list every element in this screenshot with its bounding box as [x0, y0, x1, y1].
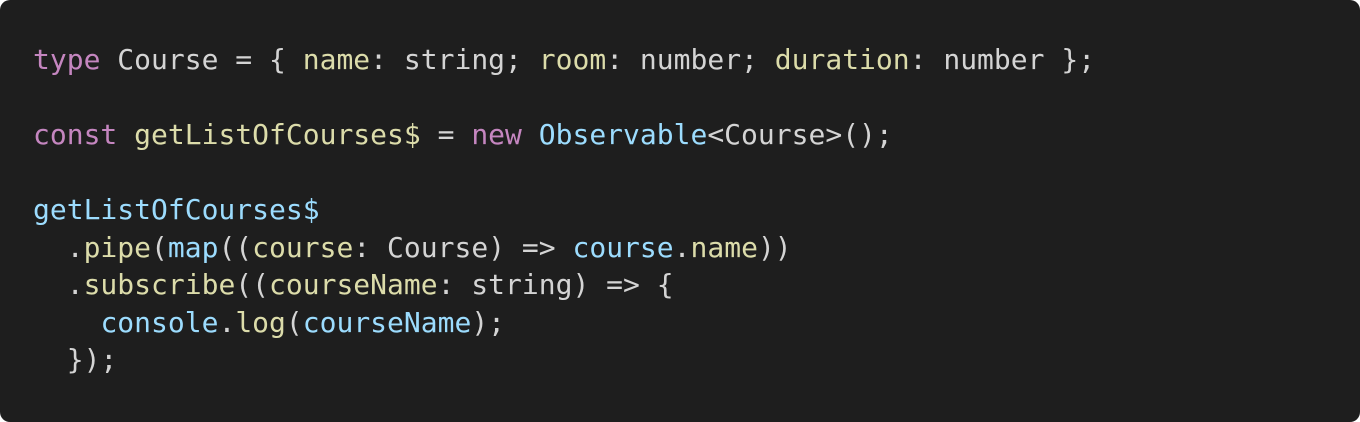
code-token-punct: .: [33, 268, 84, 301]
code-token-punct: .: [33, 230, 84, 264]
code-token-punct: Course = {: [100, 43, 303, 76]
code-token-var: console: [100, 305, 219, 339]
code-token-punct: });: [33, 343, 118, 376]
code-token-punct: [522, 118, 539, 151]
code-token-punct: );: [471, 305, 506, 339]
code-token-punct: ((: [218, 230, 253, 264]
code-token-punct: : string) => {: [437, 268, 674, 301]
code-token-var: map: [167, 230, 219, 264]
code-line-observable-ref: getListOfCourses$: [33, 191, 1360, 229]
code-token-prop: courseName: [269, 268, 438, 301]
code-line-subscribe: .subscribe((courseName: string) => {: [33, 266, 1360, 304]
code-block: type Course = { name: string; room: numb…: [0, 0, 1360, 422]
code-token-func: subscribe: [83, 268, 236, 301]
code-token-punct: =: [420, 118, 472, 151]
code-token-punct: ((: [235, 268, 270, 301]
code-token-func: getListOfCourses$: [134, 118, 421, 151]
code-token-var: course: [572, 230, 674, 264]
code-token-punct: (: [151, 230, 168, 264]
code-token-prop: course: [252, 230, 354, 264]
code-token-func: log: [235, 305, 286, 339]
code-token-prop: duration: [774, 43, 910, 76]
code-token-punct: <Course>();: [707, 118, 893, 151]
code-line-close: });: [33, 341, 1360, 379]
code-line-pipe: .pipe(map((course: Course) => course.nam…: [33, 229, 1360, 267]
code-token-prop: name: [302, 43, 371, 76]
code-token-keyword: type: [33, 43, 101, 76]
code-line-console-log: console.log(courseName);: [33, 304, 1360, 342]
code-token-punct: .: [218, 305, 236, 339]
code-line-type-course: type Course = { name: string; room: numb…: [33, 41, 1360, 79]
code-token-var: courseName: [302, 305, 472, 339]
code-token-punct: .: [673, 230, 691, 264]
code-token-punct: : Course) =>: [353, 230, 573, 264]
code-token-prop: room: [538, 43, 607, 76]
code-line-const-observable: const getListOfCourses$ = new Observable…: [33, 116, 1360, 154]
code-token-class: Observable: [538, 118, 708, 151]
code-token-var: getListOfCourses$: [33, 193, 320, 226]
code-token-keyword: new: [471, 118, 522, 151]
code-token-punct: : number };: [909, 43, 1096, 76]
code-token-punct: [117, 118, 134, 151]
code-token-punct: )): [757, 230, 792, 264]
code-token-punct: : string;: [370, 43, 539, 76]
code-token-punct: : number;: [606, 43, 775, 76]
code-token-punct: [33, 306, 100, 339]
code-token-punct: (: [285, 305, 303, 339]
code-token-prop: name: [690, 230, 758, 264]
code-token-func: pipe: [83, 230, 152, 264]
code-token-keyword: const: [33, 118, 118, 151]
